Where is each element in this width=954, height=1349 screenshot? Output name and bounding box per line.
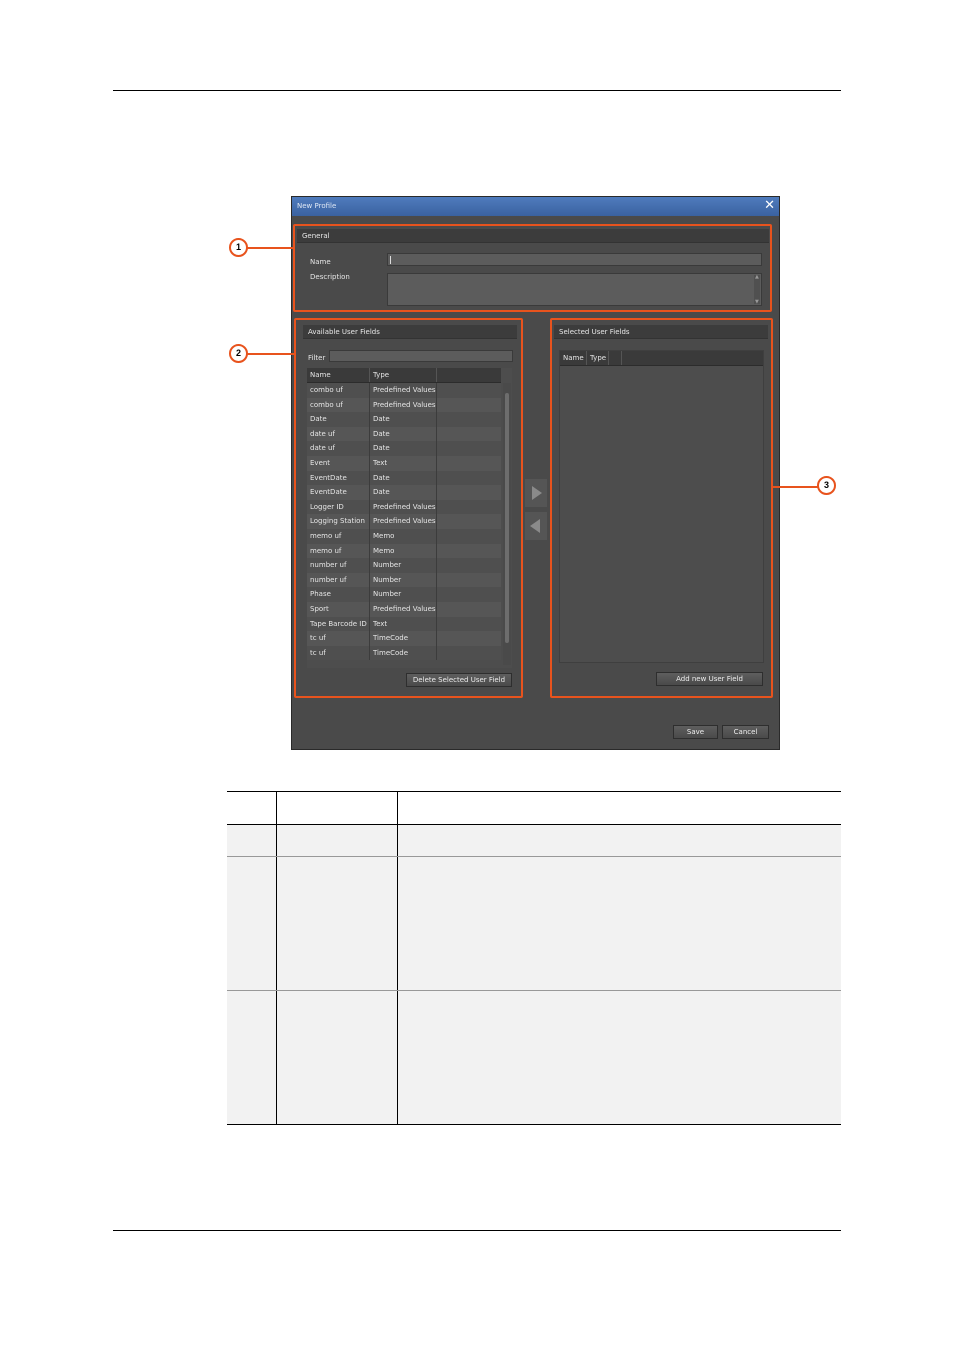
arrow-right-icon — [532, 486, 542, 500]
description-table — [227, 791, 841, 1125]
table-cell — [227, 825, 277, 856]
table-cell — [227, 857, 277, 990]
cancel-button[interactable]: Cancel — [722, 725, 769, 739]
dialog-titlebar: New Profile ✕ — [292, 197, 779, 216]
callout-leader-3 — [773, 486, 818, 488]
table-cell — [398, 792, 841, 824]
table-cell — [227, 792, 277, 824]
table-header-row — [227, 791, 841, 825]
table-cell — [277, 857, 398, 990]
callout-2: 2 — [229, 344, 248, 363]
arrow-left-icon — [530, 519, 540, 533]
table-cell — [398, 825, 841, 856]
table-cell — [398, 991, 841, 1124]
save-button[interactable]: Save — [673, 725, 718, 739]
table-cell — [398, 857, 841, 990]
table-cell — [277, 825, 398, 856]
callout-3: 3 — [817, 476, 836, 495]
footer-rule — [113, 1230, 841, 1231]
callout-leader-2 — [247, 353, 294, 355]
highlight-box-available — [294, 318, 523, 698]
dialog-title: New Profile — [297, 202, 337, 210]
table-cell — [277, 991, 398, 1124]
table-cell — [277, 792, 398, 824]
callout-leader-1 — [247, 247, 294, 249]
table-row — [227, 857, 841, 991]
highlight-box-selected — [550, 318, 773, 698]
close-icon[interactable]: ✕ — [764, 198, 775, 213]
highlight-box-general — [293, 224, 772, 312]
header-rule — [113, 90, 841, 91]
table-cell — [227, 991, 277, 1124]
add-to-selected-button[interactable] — [525, 479, 547, 507]
table-row — [227, 991, 841, 1125]
table-row — [227, 825, 841, 857]
callout-1: 1 — [229, 238, 248, 257]
remove-from-selected-button[interactable] — [525, 512, 547, 540]
